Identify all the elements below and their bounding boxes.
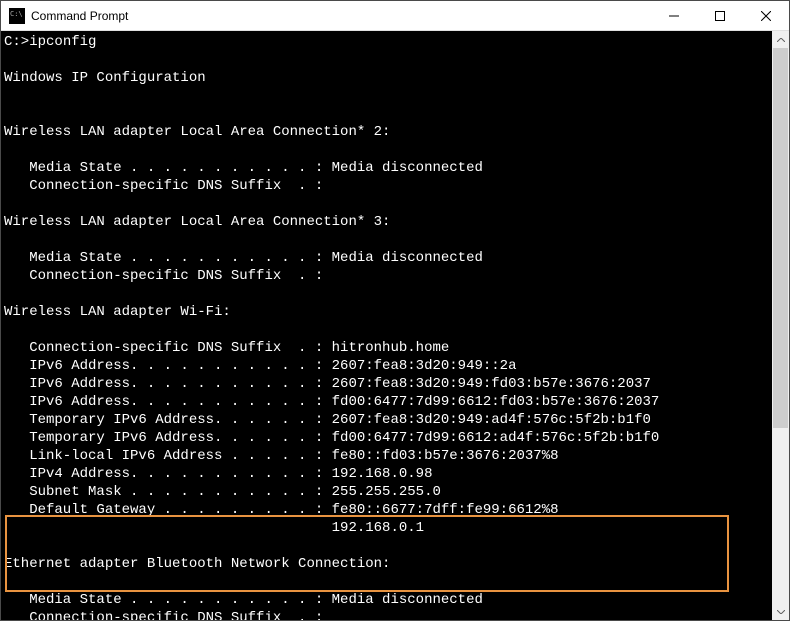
close-button[interactable]	[743, 1, 789, 30]
output-line: Connection-specific DNS Suffix . :	[4, 268, 323, 284]
output-line: Default Gateway . . . . . . . . . : fe80…	[4, 502, 559, 518]
output-line: Connection-specific DNS Suffix . :	[4, 178, 323, 194]
output-line: 192.168.0.1	[4, 520, 424, 536]
adapter-title: Wireless LAN adapter Local Area Connecti…	[4, 124, 390, 140]
output-line: IPv6 Address. . . . . . . . . . . : fd00…	[4, 394, 659, 410]
minimize-button[interactable]	[651, 1, 697, 30]
minimize-icon	[669, 11, 679, 21]
command-prompt-window: Command Prompt C:>ipconfig Windows IP Co…	[0, 0, 790, 621]
chevron-down-icon	[777, 610, 785, 614]
output-line: Temporary IPv6 Address. . . . . . : fd00…	[4, 430, 659, 446]
output-header: Windows IP Configuration	[4, 70, 206, 86]
window-title: Command Prompt	[31, 9, 651, 23]
output-line: Media State . . . . . . . . . . . : Medi…	[4, 250, 483, 266]
maximize-icon	[715, 11, 725, 21]
output-line: Temporary IPv6 Address. . . . . . : 2607…	[4, 412, 651, 428]
maximize-button[interactable]	[697, 1, 743, 30]
command: ipconfig	[29, 34, 96, 50]
adapter-title: Wireless LAN adapter Wi-Fi:	[4, 304, 231, 320]
app-icon	[9, 8, 25, 24]
output-line: IPv6 Address. . . . . . . . . . . : 2607…	[4, 376, 651, 392]
terminal-container: C:>ipconfig Windows IP Configuration Wir…	[1, 31, 789, 620]
adapter-title: Ethernet adapter Bluetooth Network Conne…	[4, 556, 390, 572]
output-line: Connection-specific DNS Suffix . :	[4, 610, 323, 620]
output-line: Media State . . . . . . . . . . . : Medi…	[4, 160, 483, 176]
scrollbar-up-arrow[interactable]	[772, 31, 789, 48]
close-icon	[761, 11, 771, 21]
titlebar[interactable]: Command Prompt	[1, 1, 789, 31]
output-line: Subnet Mask . . . . . . . . . . . : 255.…	[4, 484, 441, 500]
prompt: C:>	[4, 34, 29, 50]
output-line: Media State . . . . . . . . . . . : Medi…	[4, 592, 483, 608]
output-line: IPv6 Address. . . . . . . . . . . : 2607…	[4, 358, 516, 374]
output-line: IPv4 Address. . . . . . . . . . . : 192.…	[4, 466, 432, 482]
output-line: Connection-specific DNS Suffix . : hitro…	[4, 340, 449, 356]
vertical-scrollbar[interactable]	[772, 31, 789, 620]
window-controls	[651, 1, 789, 30]
output-line: Link-local IPv6 Address . . . . . : fe80…	[4, 448, 559, 464]
adapter-title: Wireless LAN adapter Local Area Connecti…	[4, 214, 390, 230]
scrollbar-down-arrow[interactable]	[772, 603, 789, 620]
scrollbar-thumb[interactable]	[773, 48, 788, 428]
terminal-output[interactable]: C:>ipconfig Windows IP Configuration Wir…	[1, 31, 772, 620]
chevron-up-icon	[777, 38, 785, 42]
